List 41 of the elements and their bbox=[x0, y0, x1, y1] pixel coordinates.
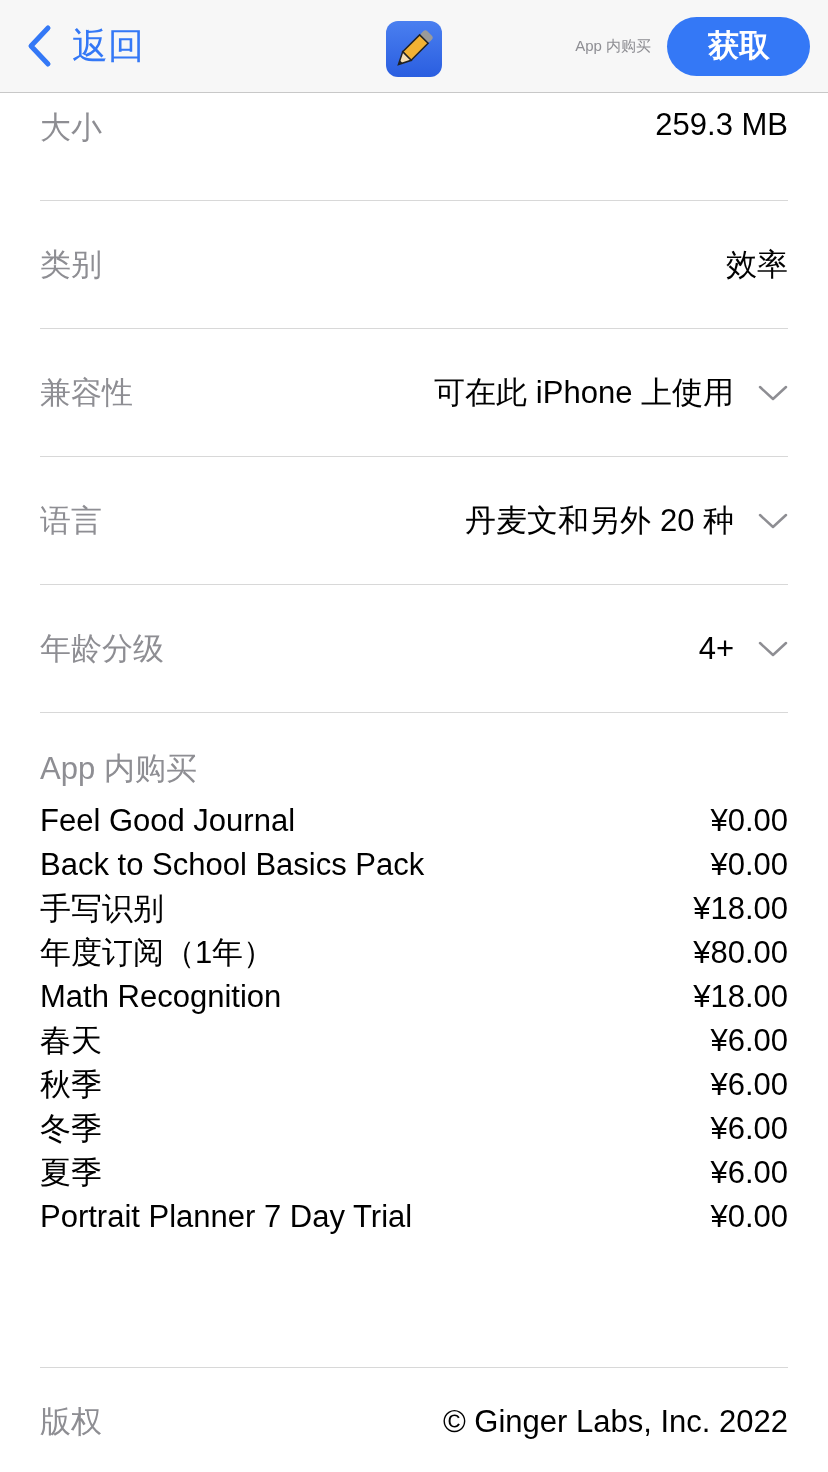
chevron-down-icon[interactable] bbox=[758, 383, 788, 402]
chevron-down-icon[interactable] bbox=[758, 639, 788, 658]
info-label: 兼容性 bbox=[40, 373, 133, 412]
back-chevron-icon bbox=[26, 24, 52, 68]
purchase-price: ¥6.00 bbox=[710, 1110, 788, 1148]
purchase-price: ¥0.00 bbox=[710, 1198, 788, 1236]
purchase-name: Back to School Basics Pack bbox=[40, 846, 425, 884]
purchase-name: Math Recognition bbox=[40, 978, 282, 1016]
purchase-name: 秋季 bbox=[40, 1066, 102, 1104]
info-label: 年龄分级 bbox=[40, 629, 164, 668]
info-value: 可在此 iPhone 上使用 bbox=[434, 373, 734, 412]
get-button[interactable]: 获取 bbox=[667, 16, 810, 76]
purchase-price: ¥80.00 bbox=[693, 934, 788, 972]
purchase-name: 冬季 bbox=[40, 1110, 102, 1148]
chevron-down-icon[interactable] bbox=[758, 511, 788, 530]
info-label: 版权 bbox=[40, 1403, 102, 1441]
info-value: 259.3 MB bbox=[655, 107, 788, 143]
info-label: 类别 bbox=[40, 245, 102, 284]
purchase-price: ¥6.00 bbox=[710, 1154, 788, 1192]
back-button[interactable]: 返回 bbox=[26, 21, 144, 71]
info-value: 效率 bbox=[726, 245, 788, 284]
purchase-price: ¥0.00 bbox=[710, 846, 788, 884]
purchase-name: 年度订阅（1年） bbox=[40, 934, 275, 972]
info-value: 丹麦文和另外 20 种 bbox=[465, 501, 734, 540]
purchase-price: ¥18.00 bbox=[693, 890, 788, 928]
purchase-price: ¥18.00 bbox=[693, 978, 788, 1016]
copyright-text: © Ginger Labs, Inc. 2022 bbox=[442, 1404, 788, 1440]
purchase-name: Portrait Planner 7 Day Trial bbox=[40, 1198, 413, 1236]
pencil-icon bbox=[386, 21, 442, 77]
in-app-purchase-note: App 内购买 bbox=[575, 36, 651, 56]
info-label: 语言 bbox=[40, 501, 102, 540]
purchase-name: Feel Good Journal bbox=[40, 802, 296, 840]
info-value: 4+ bbox=[698, 630, 734, 667]
purchase-price: ¥6.00 bbox=[710, 1022, 788, 1060]
purchase-name: 手写识别 bbox=[40, 890, 164, 928]
purchase-price: ¥6.00 bbox=[710, 1066, 788, 1104]
purchase-price: ¥0.00 bbox=[710, 802, 788, 840]
purchase-name: 春天 bbox=[40, 1022, 102, 1060]
info-label: 大小 bbox=[40, 109, 102, 147]
purchase-name: 夏季 bbox=[40, 1154, 102, 1192]
section-title: App 内购买 bbox=[40, 750, 198, 788]
